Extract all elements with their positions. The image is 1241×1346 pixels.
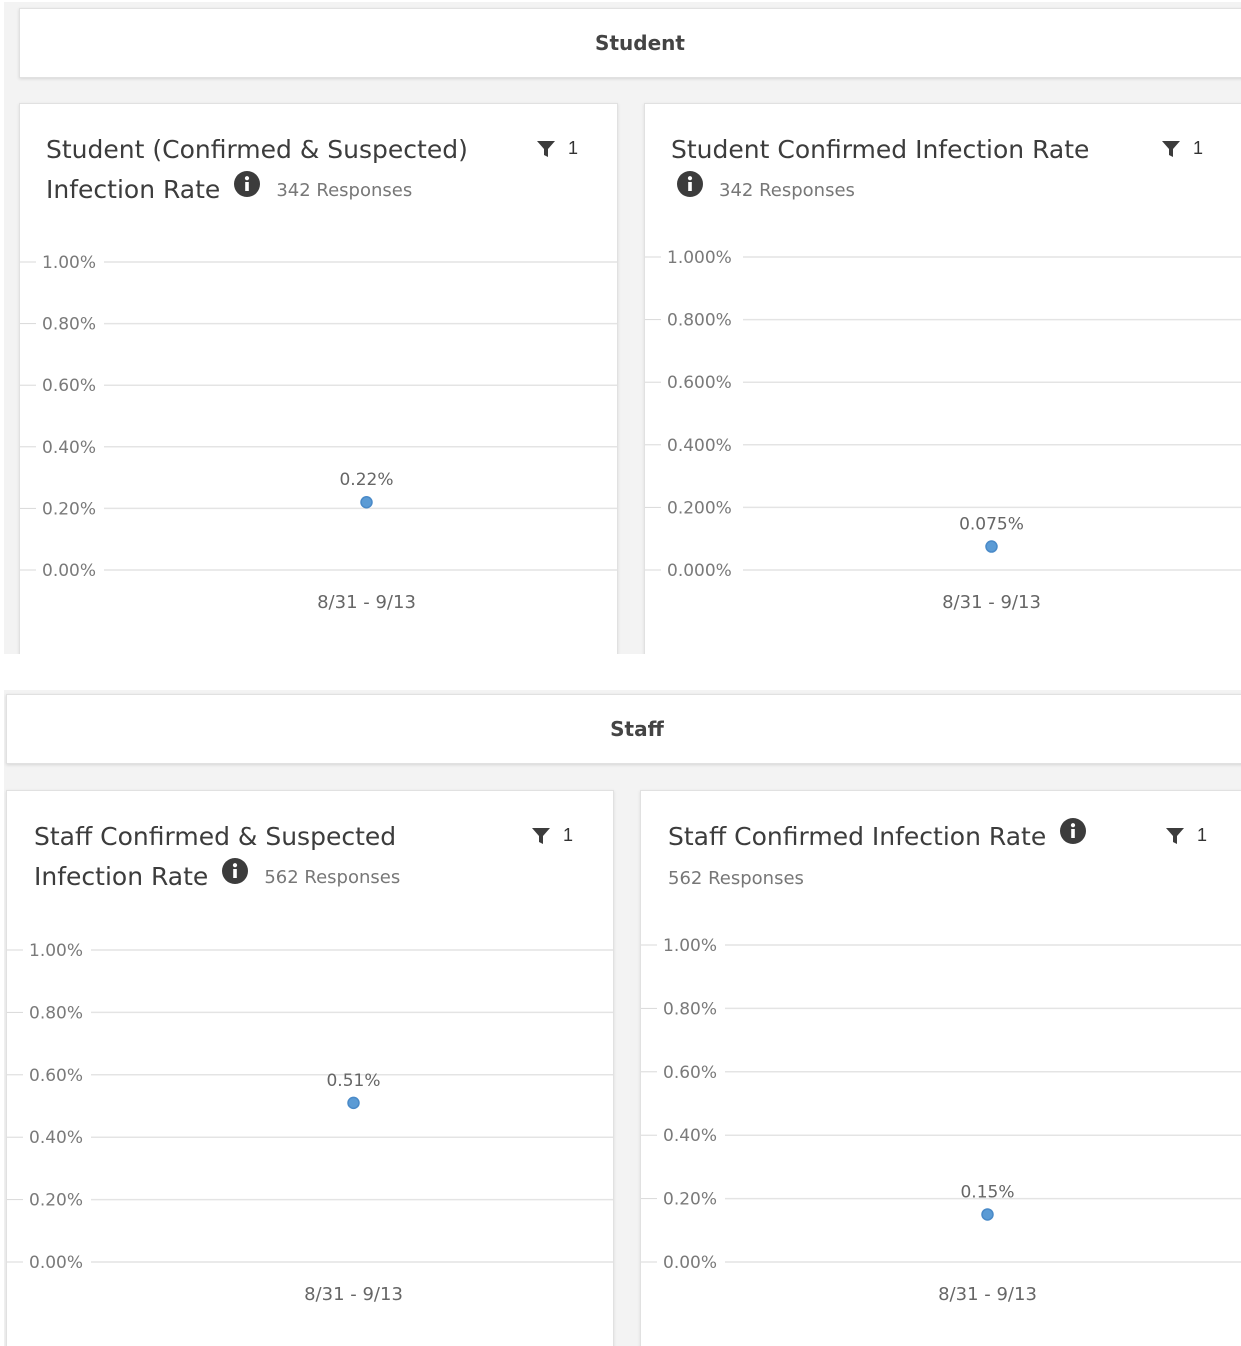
data-label: 0.51%	[326, 1071, 380, 1091]
data-label: 0.15%	[960, 1182, 1014, 1202]
chart-plot: 0.00% 0.20% 0.40% 0.60% 0.80% 1.00% 0.22% 8/31 …	[20, 253, 617, 613]
x-tick-label: 8/31 - 9/13	[938, 1284, 1037, 1305]
y-tick-label: 0.20%	[663, 1190, 717, 1210]
y-tick-label: 0.80%	[663, 999, 717, 1019]
y-tick-label: 0.40%	[29, 1128, 83, 1148]
y-tick-label: 0.60%	[29, 1066, 83, 1086]
y-tick-label: 0.60%	[42, 376, 96, 396]
section-heading: Staff	[6, 694, 1241, 764]
y-tick-label: 0.20%	[42, 499, 96, 519]
y-tick-label: 0.80%	[29, 1003, 83, 1023]
y-tick-label: 0.40%	[42, 438, 96, 458]
y-tick-label: 1.00%	[663, 936, 717, 956]
y-tick-label: 0.00%	[29, 1253, 83, 1273]
y-tick-label: 1.00%	[29, 941, 83, 961]
data-point	[985, 540, 998, 553]
data-label: 0.22%	[339, 470, 393, 490]
chart-plot: 0.00% 0.20% 0.40% 0.60% 0.80% 1.00% 0.51% 8/31 …	[7, 941, 613, 1305]
y-tick-label: 0.800%	[667, 311, 732, 331]
x-tick-label: 8/31 - 9/13	[304, 1284, 403, 1305]
y-tick-label: 0.200%	[667, 498, 732, 518]
y-tick-label: 0.000%	[667, 561, 732, 581]
y-tick-label: 1.000%	[667, 248, 732, 268]
x-tick-label: 8/31 - 9/13	[942, 592, 1041, 613]
data-point	[360, 495, 373, 509]
x-tick-label: 8/31 - 9/13	[317, 592, 416, 613]
chart-card-student-confirmed: Student Confirmed Infection Rate 342 Res…	[644, 103, 1241, 654]
section-heading: Student	[19, 8, 1241, 78]
y-tick-label: 0.80%	[42, 315, 96, 335]
y-tick-label: 0.00%	[42, 561, 96, 581]
y-tick-label: 0.00%	[663, 1253, 717, 1273]
y-tick-label: 0.60%	[663, 1063, 717, 1083]
chart-plot: 0.000% 0.200% 0.400% 0.600% 0.800% 1.000% 0.07…	[645, 248, 1241, 613]
y-tick-label: 0.20%	[29, 1191, 83, 1211]
student-section: Student Student (Confirmed & Suspected) …	[4, 2, 1241, 654]
chart-card-student-confirmed-suspected: Student (Confirmed & Suspected) Infectio…	[19, 103, 618, 654]
y-tick-label: 1.00%	[42, 253, 96, 273]
data-point	[347, 1096, 360, 1110]
y-tick-label: 0.600%	[667, 373, 732, 393]
chart-plot: 0.00% 0.20% 0.40% 0.60% 0.80% 1.00% 0.15% 8/31 …	[641, 936, 1241, 1305]
data-point	[981, 1208, 994, 1221]
y-tick-label: 0.40%	[663, 1126, 717, 1146]
y-tick-label: 0.400%	[667, 436, 732, 456]
staff-section: Staff Staff Confirmed & Suspected Infect…	[4, 690, 1241, 1346]
data-label: 0.075%	[959, 515, 1024, 535]
chart-card-staff-confirmed: Staff Confirmed Infection Rate 562 Respo…	[640, 790, 1241, 1346]
chart-card-staff-confirmed-suspected: Staff Confirmed & Suspected Infection Ra…	[6, 790, 614, 1346]
